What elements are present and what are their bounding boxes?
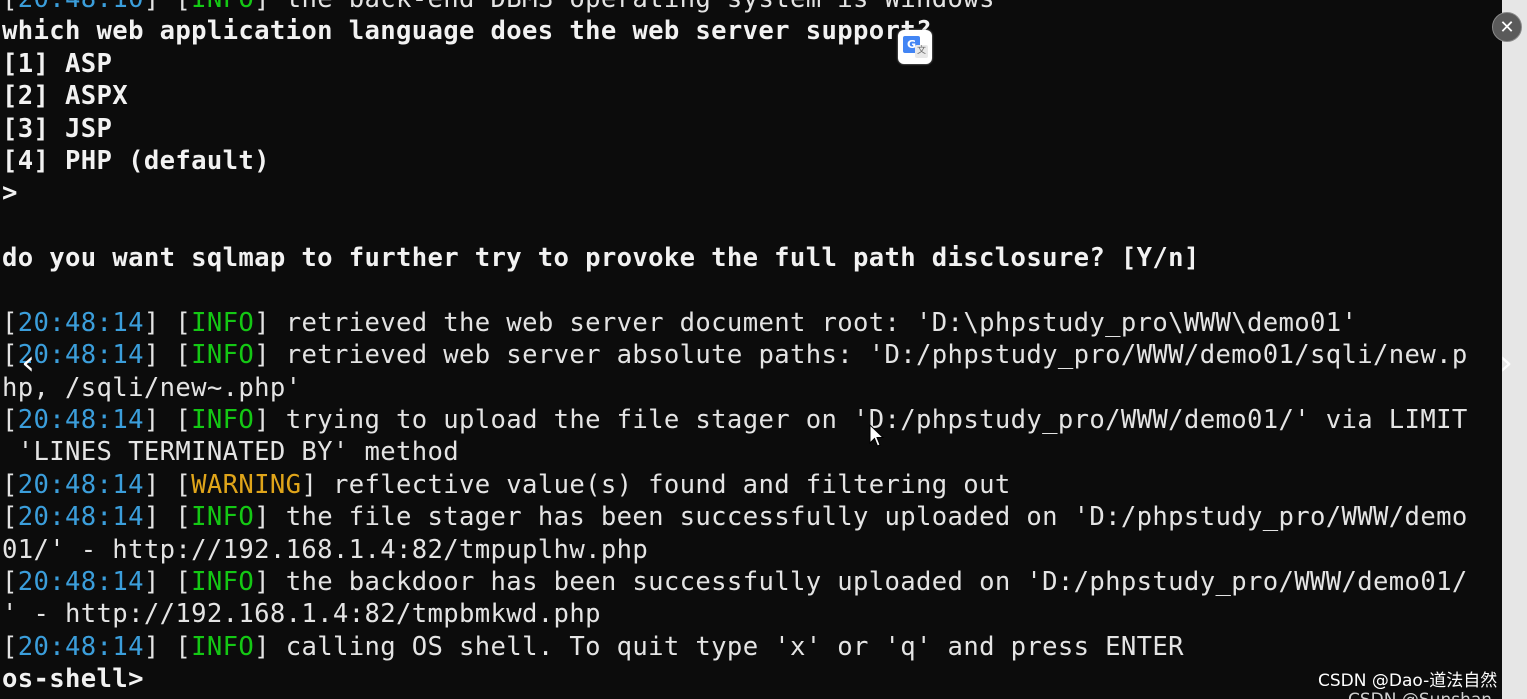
terminal-text: ] [ (143, 631, 192, 662)
terminal-text: [4] PHP (default) (2, 145, 270, 176)
terminal-text: ] the file stager has been successfully … (254, 502, 1468, 533)
previous-image-button[interactable]: ‹ (16, 346, 40, 382)
terminal-text: ] retrieved web server absolute paths: '… (254, 340, 1468, 371)
terminal-text: [ (2, 469, 18, 500)
terminal-line: os-shell> (2, 663, 1468, 695)
log-level-info: INFO (191, 631, 255, 662)
terminal-line: [2] ASPX (2, 80, 1468, 112)
log-level-info: INFO (191, 502, 255, 533)
timestamp: 20:48:14 (17, 469, 144, 500)
terminal-text: [ (2, 567, 18, 598)
timestamp: 20:48:14 (17, 405, 144, 436)
terminal-line: [20:48:14] [INFO] retrieved web server a… (2, 339, 1468, 371)
terminal-text: ] [ (143, 307, 192, 338)
terminal-line: [20:48:14] [INFO] the backdoor has been … (2, 566, 1468, 598)
terminal-text: ] reflective value(s) found and filterin… (301, 469, 1011, 500)
terminal-text: ] [ (143, 340, 192, 371)
log-level-info: INFO (191, 567, 255, 598)
terminal-line: do you want sqlmap to further try to pro… (2, 242, 1468, 274)
terminal-text: ] the backdoor has been successfully upl… (254, 567, 1468, 598)
terminal-text: [1] ASP (2, 48, 113, 79)
watermark-text: CSDN @Dao-道法自然 (1318, 671, 1498, 691)
terminal-output: [20:48:10] [INFO] the back-end DBMS oper… (2, 0, 1468, 696)
log-level-info: INFO (191, 307, 255, 338)
terminal-text: ] [ (143, 567, 192, 598)
timestamp: 20:48:10 (18, 0, 144, 14)
terminal-text: ] [ (143, 502, 192, 533)
terminal-text: ] trying to upload the file stager on 'D… (254, 405, 1468, 436)
terminal-text: os-shell> (2, 664, 144, 695)
terminal-line: [20:48:14] [INFO] trying to upload the f… (2, 404, 1468, 436)
log-level-info: INFO (191, 340, 255, 371)
terminal-text: > (2, 178, 18, 209)
timestamp: 20:48:14 (17, 502, 144, 533)
terminal-line: [1] ASP (2, 48, 1468, 80)
timestamp: 20:48:14 (17, 631, 144, 662)
terminal-text: hp, /sqli/new~.php' (2, 372, 302, 403)
terminal-text: [3] JSP (2, 113, 113, 144)
terminal-text: ' - http://192.168.1.4:82/tmpbmkwd.php (2, 599, 601, 630)
terminal-text: [ (2, 405, 18, 436)
next-image-button[interactable]: › (1494, 346, 1518, 382)
terminal-line: 'LINES TERMINATED BY' method (2, 436, 1468, 468)
terminal-line: [3] JSP (2, 113, 1468, 145)
timestamp: 20:48:14 (17, 567, 144, 598)
terminal-line: [20:48:14] [INFO] calling OS shell. To q… (2, 631, 1468, 663)
terminal-text: 01/' - http://192.168.1.4:82/tmpuplhw.ph… (2, 534, 649, 565)
log-level-warning: WARNING (191, 469, 302, 500)
terminal-text: ] the back-end DBMS operating system is … (254, 0, 995, 14)
terminal-text: [ (2, 502, 18, 533)
terminal-line: hp, /sqli/new~.php' (2, 372, 1468, 404)
terminal-text: [ (2, 631, 18, 662)
terminal-text: ] calling OS shell. To quit type 'x' or … (254, 631, 1184, 662)
log-level-info: INFO (191, 405, 255, 436)
terminal-line: [4] PHP (default) (2, 145, 1468, 177)
timestamp: 20:48:14 (17, 307, 144, 338)
terminal-text: ] [ (143, 469, 192, 500)
terminal-text: [ (2, 307, 18, 338)
terminal-line: [20:48:14] [INFO] the file stager has be… (2, 501, 1468, 533)
terminal-text: [ (2, 0, 18, 14)
terminal-line: [20:48:14] [WARNING] reflective value(s)… (2, 469, 1468, 501)
close-icon: ✕ (1499, 17, 1515, 38)
terminal-text: [2] ASPX (2, 81, 129, 112)
terminal-text: ] retrieved the web server document root… (254, 307, 1358, 338)
terminal-window[interactable]: [20:48:10] [INFO] the back-end DBMS oper… (0, 0, 1502, 699)
terminal-text: ] [ (143, 405, 192, 436)
terminal-text: ] [ (144, 0, 191, 14)
image-viewer: [20:48:10] [INFO] the back-end DBMS oper… (0, 0, 1527, 699)
terminal-line: ' - http://192.168.1.4:82/tmpbmkwd.php (2, 598, 1468, 630)
mouse-pointer-icon (869, 424, 885, 447)
terminal-text: do you want sqlmap to further try to pro… (2, 243, 1200, 274)
terminal-text: which web application language does the … (2, 16, 932, 47)
terminal-line: [20:48:10] [INFO] the back-end DBMS oper… (2, 0, 1468, 15)
terminal-text: 'LINES TERMINATED BY' method (2, 437, 460, 468)
terminal-line: [20:48:14] [INFO] retrieved the web serv… (2, 307, 1468, 339)
terminal-line: 01/' - http://192.168.1.4:82/tmpuplhw.ph… (2, 534, 1468, 566)
google-translate-icon[interactable]: G 文 (898, 30, 932, 64)
terminal-line: > (2, 177, 1468, 209)
close-button[interactable]: ✕ (1492, 12, 1522, 42)
watermark-text-secondary: CSDN @Sunshan (1348, 690, 1492, 699)
chevron-right-icon: › (1499, 343, 1513, 383)
chevron-left-icon: ‹ (21, 343, 35, 383)
log-level-info: INFO (191, 0, 254, 14)
terminal-line: which web application language does the … (2, 15, 1468, 47)
translate-x-glyph: 文 (915, 45, 928, 58)
